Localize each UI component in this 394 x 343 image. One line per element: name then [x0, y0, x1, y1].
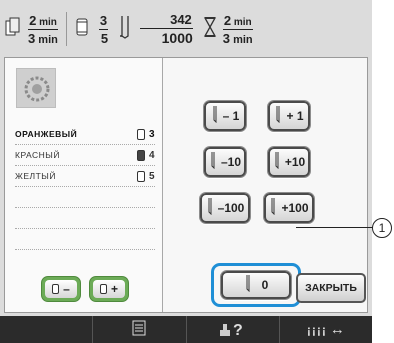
needle-icon	[274, 105, 282, 128]
list-item	[15, 229, 155, 250]
divider	[65, 12, 67, 46]
needle-minus-10-button[interactable]: –10	[203, 146, 247, 178]
needle-icon	[273, 151, 281, 174]
svg-text:?: ?	[233, 322, 243, 338]
button-label: 0	[261, 278, 269, 292]
needle-icon	[244, 274, 252, 297]
color-name: КРАСНЫЙ	[15, 150, 60, 160]
color-number: 3	[148, 128, 155, 140]
highlight-frame: 0	[211, 263, 301, 307]
time-fraction: 2 min 3 min	[28, 13, 58, 46]
timer-bot: 3	[222, 30, 231, 46]
spool-icon	[136, 170, 145, 182]
color-count-indicator: 3 5	[75, 4, 109, 54]
list-item[interactable]: КРАСНЫЙ 4	[15, 145, 155, 166]
color-list: ОРАНЖЕВЫЙ 3 КРАСНЫЙ 4 ЖЕЛТЫЙ 5	[15, 124, 155, 250]
time-bot-unit: min	[38, 33, 58, 46]
stitch-indicator: 342 1000	[118, 4, 193, 54]
minus-sign: –	[63, 282, 70, 296]
color-top: 3	[99, 12, 108, 28]
toolbar-slot	[0, 316, 92, 343]
time-top: 2	[29, 12, 37, 28]
callout-line	[296, 227, 374, 228]
color-number: 4	[148, 149, 155, 161]
color-number: 5	[148, 170, 155, 182]
time-indicator: 2 min 3 min	[4, 4, 58, 54]
list-item[interactable]: ЖЕЛТЫЙ 5	[15, 166, 155, 187]
callout-marker: 1	[372, 218, 392, 238]
checklist-icon	[132, 320, 146, 340]
needles-icon: ¡¡¡¡	[306, 322, 327, 337]
status-bar: 2 min 3 min 3 5 342 1000 2 min 3 min	[4, 4, 368, 54]
plus-sign: +	[110, 282, 118, 296]
list-item	[15, 187, 155, 208]
spool-icon	[52, 284, 60, 294]
close-button[interactable]: ЗАКРЫТЬ	[296, 273, 366, 303]
time-bot: 3	[28, 30, 36, 46]
timer-indicator: 2 min 3 min	[203, 4, 253, 54]
spool-icon	[136, 149, 145, 161]
machine-help-icon: ?	[218, 318, 248, 342]
screen: 2 min 3 min 3 5 342 1000 2 min 3 min ОРА…	[0, 0, 372, 343]
timer-fraction: 2 min 3 min	[223, 13, 253, 46]
multi-needle-toggle-button[interactable]: ¡¡¡¡ ↔	[278, 316, 372, 343]
spool-icon	[75, 16, 89, 43]
checklist-button[interactable]	[92, 316, 185, 343]
button-label: – 1	[222, 109, 240, 123]
color-name: ОРАНЖЕВЫЙ	[15, 129, 78, 139]
needle-minus-100-button[interactable]: –100	[199, 192, 251, 224]
needle-minus-1-button[interactable]: – 1	[203, 100, 247, 132]
color-bot: 5	[100, 30, 109, 46]
spool-icon	[136, 128, 145, 140]
needle-zero-button[interactable]: 0	[220, 270, 292, 300]
main-panel: ОРАНЖЕВЫЙ 3 КРАСНЫЙ 4 ЖЕЛТЫЙ 5 – + – 1 +…	[4, 57, 368, 313]
button-label: +100	[281, 201, 309, 215]
arrow-icon: ↔	[329, 321, 345, 338]
timer-top: 2	[223, 12, 232, 28]
button-label: –100	[217, 201, 245, 215]
timer-top-unit: min	[233, 16, 252, 28]
stitch-bot: 1000	[161, 30, 193, 46]
timer-bot-unit: min	[233, 33, 253, 46]
pattern-thumbnail	[16, 68, 56, 108]
needle-icon	[118, 14, 132, 45]
spool-icon	[99, 284, 107, 294]
list-item	[15, 208, 155, 229]
color-sequence-panel: ОРАНЖЕВЫЙ 3 КРАСНЫЙ 4 ЖЕЛТЫЙ 5 – +	[5, 58, 163, 312]
stitch-top: 342	[170, 12, 192, 27]
time-top-unit: min	[39, 16, 57, 28]
bottom-toolbar: ? ¡¡¡¡ ↔	[0, 316, 372, 343]
color-name: ЖЕЛТЫЙ	[15, 171, 56, 181]
needle-plus-10-button[interactable]: +10	[267, 146, 311, 178]
button-label: + 1	[286, 109, 304, 123]
list-item[interactable]: ОРАНЖЕВЫЙ 3	[15, 124, 155, 145]
needle-plus-1-button[interactable]: + 1	[267, 100, 311, 132]
button-label: –10	[220, 155, 242, 169]
needle-icon	[206, 197, 214, 220]
help-button[interactable]: ?	[185, 316, 279, 343]
color-fraction: 3 5	[98, 12, 109, 46]
hourglass-icon	[203, 16, 217, 43]
needle-icon	[269, 197, 277, 220]
needle-plus-100-button[interactable]: +100	[263, 192, 315, 224]
needle-icon	[211, 105, 219, 128]
color-minus-button[interactable]: –	[41, 276, 81, 302]
stitch-fraction: 342 1000	[140, 12, 193, 46]
pattern-time-icon	[4, 16, 22, 43]
button-label: +10	[284, 155, 306, 169]
needle-icon	[209, 151, 217, 174]
color-plus-button[interactable]: +	[89, 276, 129, 302]
